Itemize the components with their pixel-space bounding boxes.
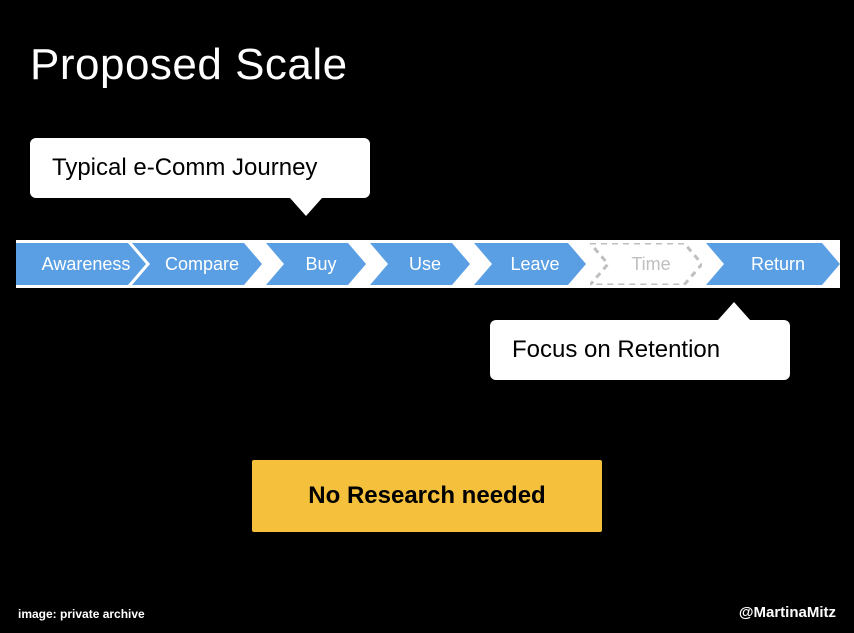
step-label: Use [399,254,441,274]
step-buy: Buy [266,243,366,285]
step-compare: Compare [132,243,262,285]
author-handle: @MartinaMitz [739,604,836,621]
no-research-needed-banner: No Research needed [252,460,602,532]
step-label: Return [741,254,805,274]
step-label: Compare [155,254,239,274]
step-awareness: Awareness [16,243,146,285]
step-label: Leave [500,254,559,274]
image-credit: image: private archive [18,607,145,621]
step-label: Awareness [32,254,131,274]
step-time: Time [590,243,702,285]
step-leave: Leave [474,243,586,285]
slide-title: Proposed Scale [30,40,348,90]
callout-focus-retention: Focus on Retention [490,320,790,380]
step-label: Time [621,254,670,274]
journey-chevron-bar: Awareness Compare Buy Use Leave Time Ret… [16,240,840,288]
step-use: Use [370,243,470,285]
step-label: Buy [295,254,336,274]
callout-typical-journey: Typical e-Comm Journey [30,138,370,198]
step-return: Return [706,243,840,285]
